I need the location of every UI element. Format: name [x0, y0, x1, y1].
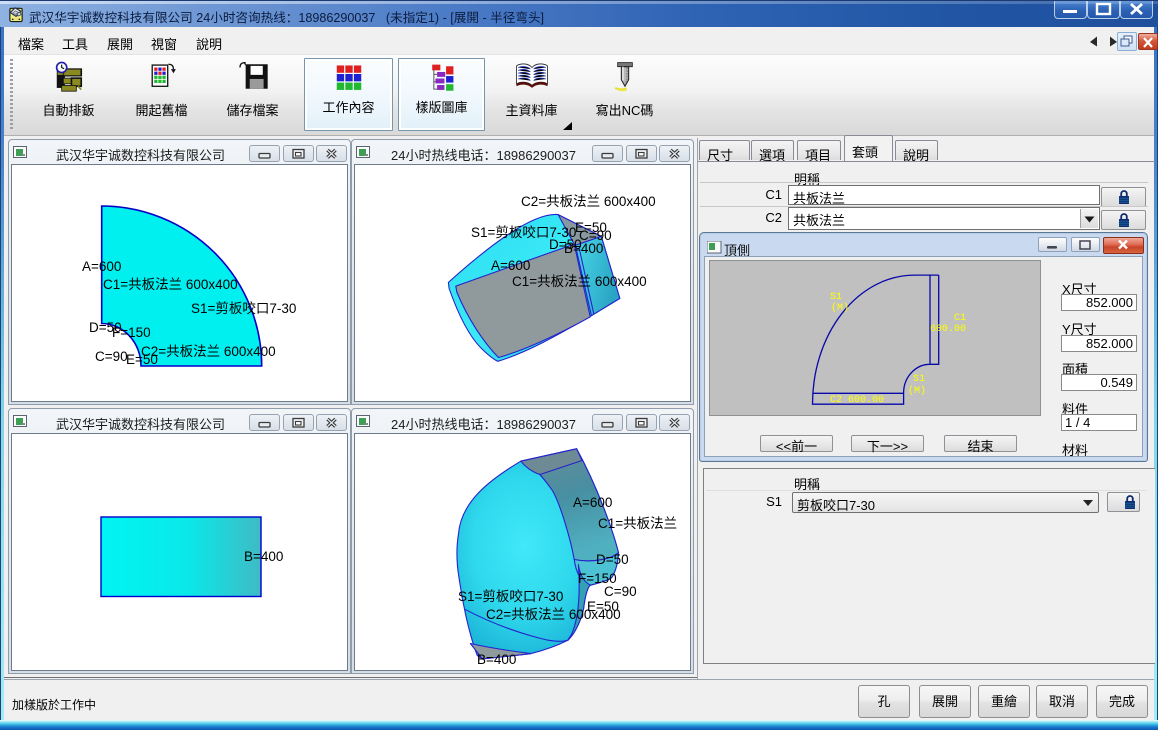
svg-text:C2=共板法兰 600x400: C2=共板法兰 600x400	[486, 607, 621, 622]
svg-text:C2 600.00: C2 600.00	[830, 395, 884, 406]
svg-text:A=600: A=600	[82, 259, 121, 274]
svg-text:C1: C1	[954, 313, 966, 324]
svg-text:S1=剪板咬口7-30: S1=剪板咬口7-30	[191, 300, 296, 316]
svg-text:C1=共板法兰 600x400: C1=共板法兰 600x400	[103, 277, 238, 292]
svg-text:S1=剪板咬口7-30: S1=剪板咬口7-30	[458, 588, 563, 604]
svg-text:S1: S1	[913, 374, 925, 385]
svg-text:(M): (M)	[908, 385, 926, 397]
svg-text:S1: S1	[830, 292, 842, 303]
svg-text:C=90: C=90	[95, 349, 128, 364]
svg-text:C1=共板法兰 600x400: C1=共板法兰 600x400	[512, 274, 647, 289]
svg-text:E=50: E=50	[126, 352, 158, 367]
svg-text:(M): (M)	[831, 302, 849, 314]
svg-text:B=400: B=400	[477, 652, 516, 667]
svg-text:C2=共板法兰 600x400: C2=共板法兰 600x400	[141, 344, 276, 359]
svg-text:B=400: B=400	[244, 549, 283, 564]
svg-text:F=150: F=150	[112, 325, 151, 340]
svg-text:A=600: A=600	[491, 258, 530, 273]
svg-text:A=600: A=600	[573, 495, 612, 510]
svg-text:C1=共板法兰: C1=共板法兰	[598, 516, 677, 531]
svg-text:B=400: B=400	[564, 241, 603, 256]
svg-text:600.00: 600.00	[930, 324, 966, 335]
svg-text:C2=共板法兰 600x400: C2=共板法兰 600x400	[521, 194, 656, 209]
svg-text:D=50: D=50	[596, 552, 629, 567]
svg-text:C=90: C=90	[604, 584, 637, 599]
